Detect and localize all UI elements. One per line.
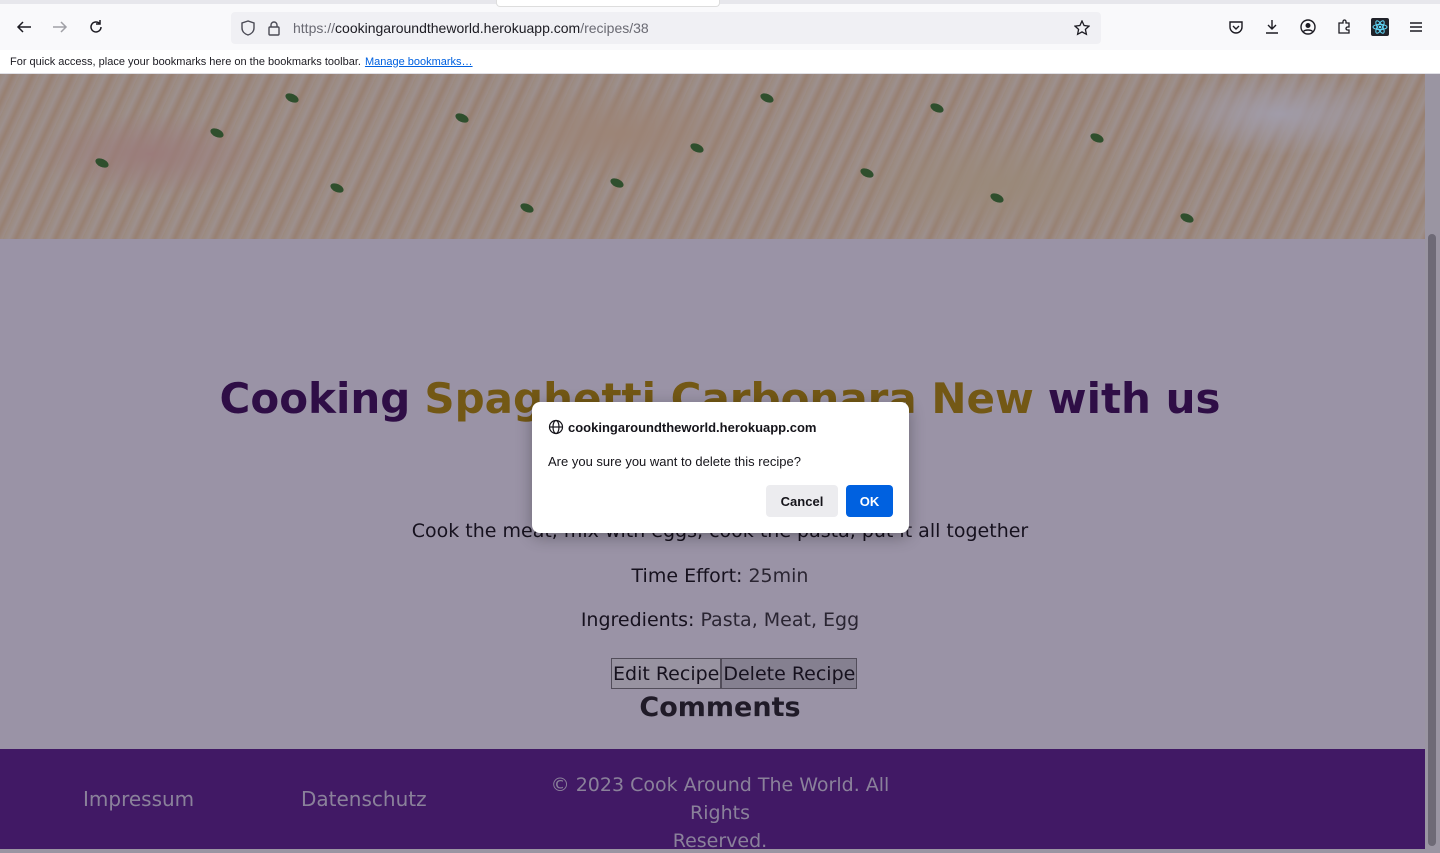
lock-icon[interactable] <box>261 12 287 44</box>
url-host: cookingaroundtheworld.herokuapp.com <box>335 20 581 36</box>
browser-toolbar: https://cookingaroundtheworld.herokuapp.… <box>0 0 1440 50</box>
toolbar-actions <box>1222 13 1430 41</box>
manage-bookmarks-link[interactable]: Manage bookmarks… <box>365 56 473 68</box>
globe-icon <box>548 419 564 435</box>
confirm-dialog: cookingaroundtheworld.herokuapp.com Are … <box>532 402 909 533</box>
shield-icon[interactable] <box>235 12 261 44</box>
account-icon[interactable] <box>1294 13 1322 41</box>
reload-button[interactable] <box>82 13 110 41</box>
pocket-icon[interactable] <box>1222 13 1250 41</box>
back-button[interactable] <box>10 13 38 41</box>
bookmarks-hint: For quick access, place your bookmarks h… <box>10 55 361 68</box>
address-bar[interactable]: https://cookingaroundtheworld.herokuapp.… <box>231 12 1101 44</box>
extensions-icon[interactable] <box>1330 13 1358 41</box>
url-path: /recipes/38 <box>580 20 649 36</box>
bookmarks-toolbar: For quick access, place your bookmarks h… <box>0 50 1440 74</box>
react-devtools-icon[interactable] <box>1366 13 1394 41</box>
back-arrow-icon <box>16 21 31 33</box>
bookmark-star-icon[interactable] <box>1069 12 1095 44</box>
forward-button[interactable] <box>46 13 74 41</box>
dialog-message: Are you sure you want to delete this rec… <box>548 454 801 469</box>
reload-icon <box>90 20 102 33</box>
active-tab[interactable] <box>496 0 720 7</box>
cancel-button[interactable]: Cancel <box>766 485 838 517</box>
url-prefix: https:// <box>293 20 336 36</box>
dialog-origin: cookingaroundtheworld.herokuapp.com <box>548 419 816 435</box>
vertical-scrollbar[interactable] <box>1425 74 1440 849</box>
menu-icon[interactable] <box>1402 13 1430 41</box>
scrollbar-thumb[interactable] <box>1428 234 1436 846</box>
downloads-icon[interactable] <box>1258 13 1286 41</box>
url-text[interactable]: https://cookingaroundtheworld.herokuapp.… <box>293 20 649 36</box>
forward-arrow-icon <box>53 21 68 33</box>
ok-button[interactable]: OK <box>846 485 893 517</box>
horizontal-scrollbar[interactable] <box>0 849 1440 853</box>
dialog-host: cookingaroundtheworld.herokuapp.com <box>568 419 817 435</box>
